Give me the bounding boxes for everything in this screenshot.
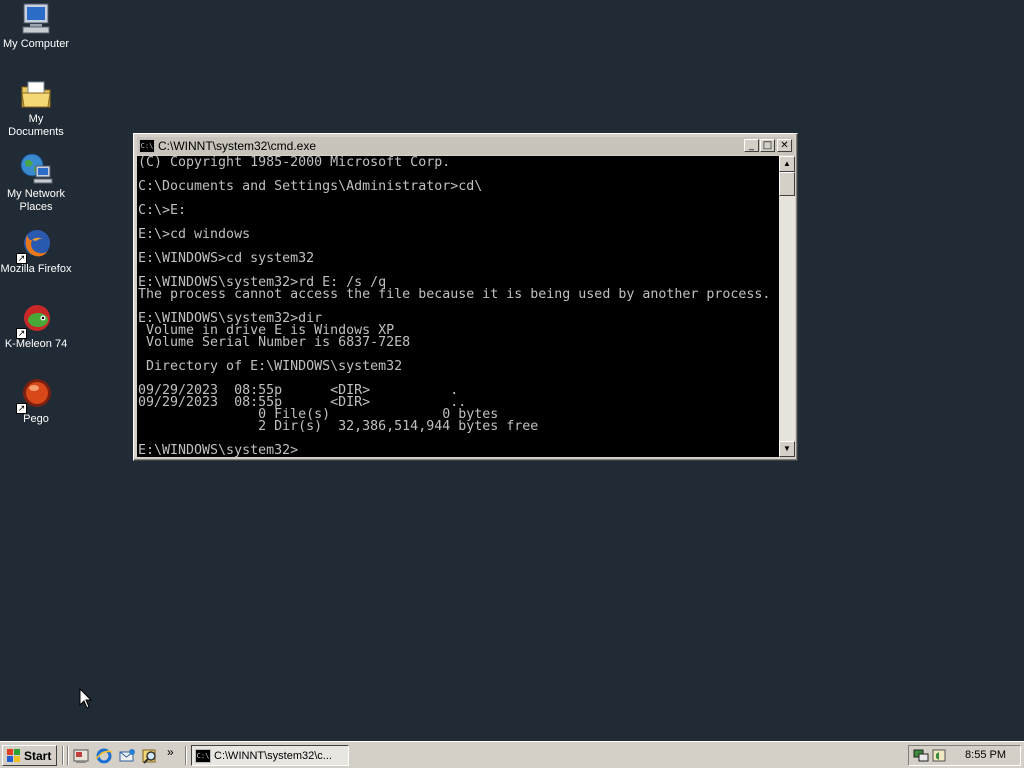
window-titlebar[interactable]: C:\ C:\WINNT\system32\cmd.exe _ □ ✕ [137,137,794,155]
clock[interactable]: 8:55 PM [965,749,1006,761]
console-output[interactable]: (C) Copyright 1985-2000 Microsoft Corp. … [137,156,779,457]
taskbar-separator [185,746,187,765]
window-title: C:\WINNT\system32\cmd.exe [158,139,317,153]
windows-logo-icon [7,749,20,762]
pego-icon: ↗ [16,377,53,414]
start-label: Start [24,748,52,763]
quicklaunch-more-button[interactable]: » [167,745,174,759]
network-tray-icon[interactable] [913,748,929,763]
cmd-app-icon: C:\ [195,748,211,763]
cmd-window[interactable]: C:\ C:\WINNT\system32\cmd.exe _ □ ✕ (C) … [133,133,798,461]
firefox-icon: ↗ [16,227,53,264]
scroll-thumb[interactable] [779,172,795,196]
shortcut-arrow-icon: ↗ [16,403,27,414]
desktop-icon-label: My Computer [2,38,70,50]
internet-explorer-icon[interactable] [95,747,113,765]
vertical-scrollbar[interactable]: ▲ ▼ [779,156,795,457]
taskbar-separator [67,746,69,765]
maximize-button[interactable]: □ [760,139,775,152]
k-meleon-icon: ↗ [16,302,53,339]
desktop-icon-my-network-places[interactable]: My Network Places [0,152,72,214]
shortcut-arrow-icon: ↗ [16,328,27,339]
desktop-icon-k-meleon[interactable]: ↗ K-Meleon 74 [0,302,72,351]
desktop-icon-my-computer[interactable]: My Computer [0,2,72,51]
console-text: (C) Copyright 1985-2000 Microsoft Corp. … [138,156,771,457]
taskbar: Start » C:\ C:\WINNT\system32\c... 8:55 … [0,741,1024,768]
search-icon[interactable] [141,747,159,765]
taskbar-button-cmd[interactable]: C:\ C:\WINNT\system32\c... [191,745,349,766]
minimize-button[interactable]: _ [744,139,759,152]
shortcut-arrow-icon: ↗ [16,253,27,264]
show-desktop-icon[interactable] [72,747,90,765]
my-computer-icon [19,2,53,36]
desktop-icon-mozilla-firefox[interactable]: ↗ Mozilla Firefox [0,227,72,276]
desktop-icon-label: Mozilla Firefox [0,263,72,275]
my-documents-icon [19,77,53,111]
system-tray: 8:55 PM [908,745,1021,766]
close-button[interactable]: ✕ [777,139,792,152]
taskbar-button-label: C:\WINNT\system32\c... [214,749,332,762]
mouse-cursor-icon [79,688,93,709]
start-button[interactable]: Start [2,745,57,766]
desktop-icon-label: My Documents [8,113,64,138]
outlook-express-icon[interactable] [118,747,136,765]
desktop-icon-label: K-Meleon 74 [4,338,68,350]
desktop-icon-label: My Network Places [6,188,66,213]
desktop-icon-pego[interactable]: ↗ Pego [0,377,72,426]
desktop-icon-label: Pego [23,413,49,425]
desktop: My Computer My Documents My Network Plac… [0,0,1024,741]
scroll-down-button[interactable]: ▼ [779,441,795,457]
scroll-up-button[interactable]: ▲ [779,156,795,172]
my-network-places-icon [19,152,53,186]
volume-tray-icon[interactable] [931,748,947,763]
taskbar-separator [62,746,64,765]
desktop-icon-my-documents[interactable]: My Documents [0,77,72,139]
cmd-app-icon[interactable]: C:\ [139,139,155,153]
